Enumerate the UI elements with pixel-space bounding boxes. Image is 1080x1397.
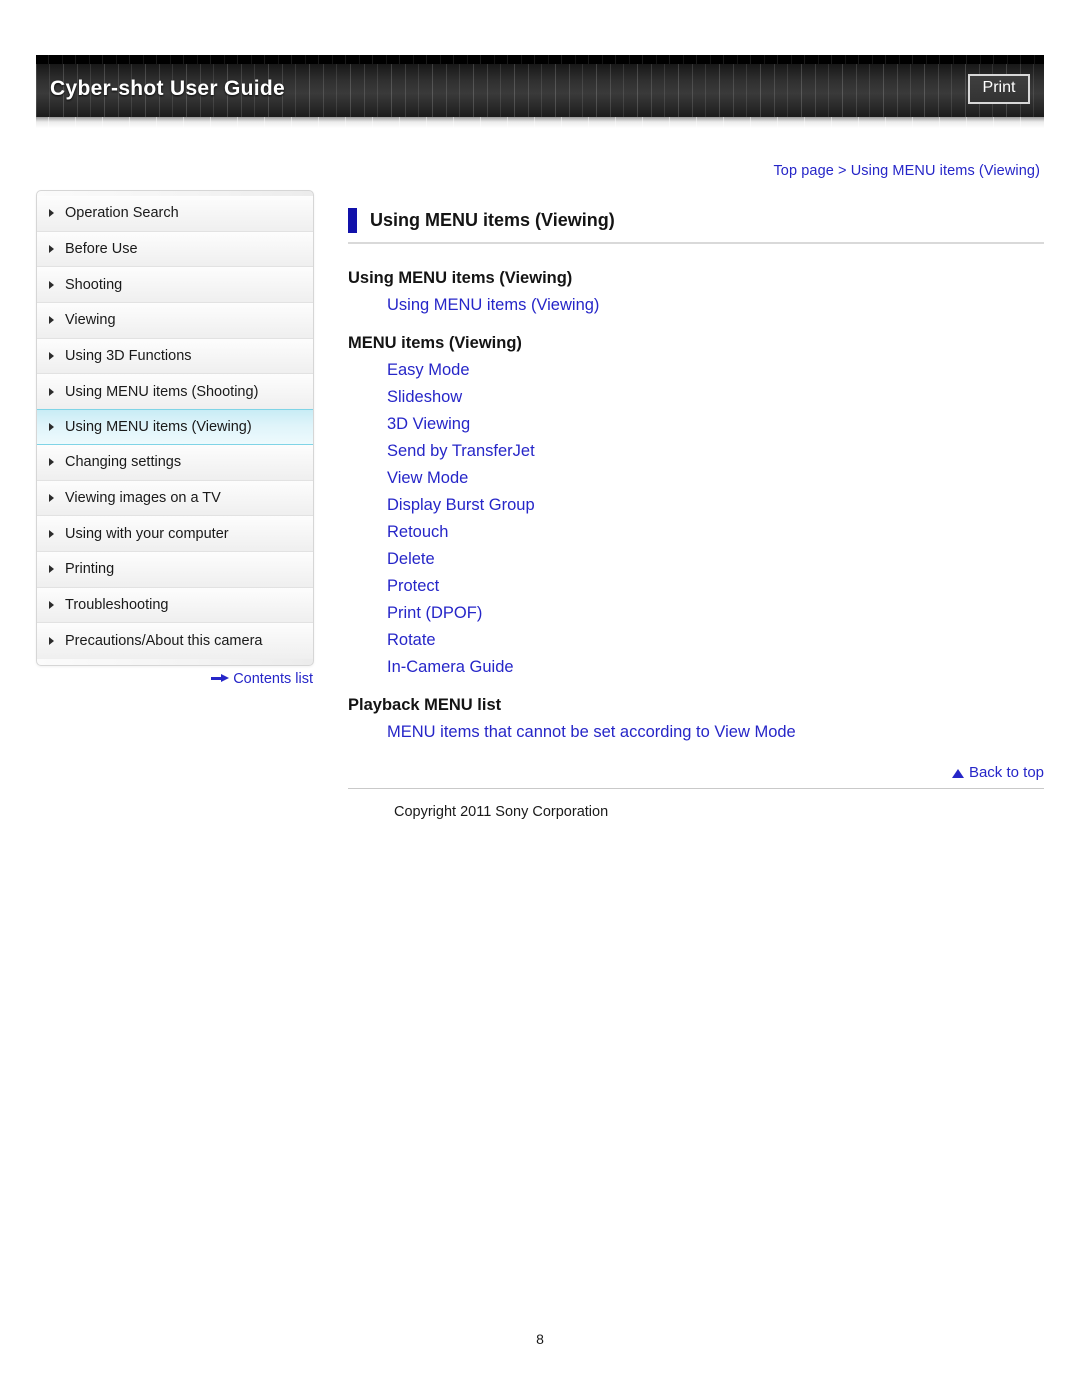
content-link-row: Delete (387, 550, 1044, 569)
accent-bar-icon (348, 208, 357, 233)
content-link[interactable]: Slideshow (387, 388, 462, 406)
triangle-right-icon (49, 280, 54, 289)
content-link-row: Retouch (387, 523, 1044, 542)
content-link-row: Slideshow (387, 388, 1044, 407)
sidebar-item-troubleshooting[interactable]: Troubleshooting (37, 587, 313, 624)
section-heading: Playback MENU list (348, 696, 502, 714)
sidebar-item-using-menu-items-shooting[interactable]: Using MENU items (Shooting) (37, 374, 313, 411)
site-title: Cyber-shot User Guide (50, 77, 286, 100)
content-link-row: Protect (387, 577, 1044, 596)
content-link-row: Display Burst Group (387, 496, 1044, 515)
content-link[interactable]: Send by TransferJet (387, 442, 535, 460)
sidebar-item-using-with-your-computer[interactable]: Using with your computer (37, 516, 313, 552)
sidebar-item-label: Viewing images on a TV (65, 489, 221, 506)
sidebar-item-label: Precautions/About this camera (65, 633, 263, 650)
triangle-right-icon (49, 637, 54, 646)
sidebar-item-viewing-images-on-a-tv[interactable]: Viewing images on a TV (37, 480, 313, 517)
content-link-row: MENU items that cannot be set according … (387, 723, 1044, 742)
sidebar-item-label: Using MENU items (Shooting) (65, 383, 259, 400)
triangle-right-icon (49, 209, 54, 218)
page-title: Using MENU items (Viewing) (370, 210, 615, 230)
site-header-banner: Cyber-shot User Guide Print (36, 55, 1044, 128)
triangle-right-icon (49, 458, 54, 467)
triangle-right-icon (49, 493, 54, 502)
sidebar-item-operation-search[interactable]: Operation Search (37, 196, 313, 232)
triangle-right-icon (49, 387, 54, 396)
sidebar-item-viewing[interactable]: Viewing (37, 303, 313, 339)
sidebar-item-label: Changing settings (65, 454, 182, 471)
page-title-row: Using MENU items (Viewing) (348, 208, 1044, 244)
page-number: 8 (536, 1331, 544, 1347)
content-link[interactable]: MENU items that cannot be set according … (387, 723, 796, 741)
contents-list: Contents list (36, 671, 314, 687)
back-to-top-link[interactable]: Back to top (969, 764, 1044, 781)
section-heading: Using MENU items (Viewing) (348, 269, 573, 287)
content-link[interactable]: Easy Mode (387, 361, 470, 379)
sidebar-item-shooting[interactable]: Shooting (37, 267, 313, 304)
content-link[interactable]: Retouch (387, 523, 448, 541)
main-content: Using MENU items (Viewing) Using MENU it… (348, 208, 1044, 820)
sidebar-item-label: Viewing (65, 312, 116, 329)
content-link-row: In-Camera Guide (387, 658, 1044, 677)
sidebar-item-label: Troubleshooting (65, 596, 169, 613)
content-link[interactable]: Protect (387, 577, 439, 595)
content-link-row: View Mode (387, 469, 1044, 488)
content-link-row: Easy Mode (387, 361, 1044, 380)
content-link[interactable]: Delete (387, 550, 435, 568)
content-link[interactable]: Rotate (387, 631, 436, 649)
breadcrumb: Top page > Using MENU items (Viewing) (773, 163, 1040, 179)
sidebar-item-printing[interactable]: Printing (37, 551, 313, 588)
sidebar-item-precautions-about-this-camera[interactable]: Precautions/About this camera (37, 623, 313, 659)
contents-list-link[interactable]: Contents list (233, 671, 313, 687)
triangle-right-icon (49, 422, 54, 431)
triangle-right-icon (49, 529, 54, 538)
sidebar-item-before-use[interactable]: Before Use (37, 231, 313, 268)
content-link-row: Send by TransferJet (387, 442, 1044, 461)
banner-reflection (36, 117, 1044, 128)
breadcrumb-link[interactable]: Top page > Using MENU items (Viewing) (773, 163, 1040, 179)
sidebar-item-using-menu-items-viewing[interactable]: Using MENU items (Viewing) (37, 409, 313, 445)
content-link[interactable]: View Mode (387, 469, 468, 487)
sidebar-item-label: Printing (65, 561, 115, 578)
arrow-right-icon (211, 673, 230, 683)
content-link-row: 3D Viewing (387, 415, 1044, 434)
triangle-up-icon (951, 769, 964, 778)
copyright-text: Copyright 2011 Sony Corporation (394, 804, 609, 820)
banner-stripes: Cyber-shot User Guide Print (36, 55, 1044, 117)
sidebar-item-label: Using with your computer (65, 525, 229, 542)
content-link[interactable]: Display Burst Group (387, 496, 535, 514)
triangle-right-icon (49, 600, 54, 609)
sidebar-item-label: Using MENU items (Viewing) (65, 418, 252, 435)
triangle-right-icon (49, 245, 54, 254)
sidebar-item-label: Using 3D Functions (65, 348, 192, 365)
section-heading: MENU items (Viewing) (348, 334, 522, 352)
sidebar-item-label: Operation Search (65, 205, 179, 222)
back-to-top: Back to top (348, 764, 1044, 789)
triangle-right-icon (49, 565, 54, 574)
sidebar-item-using-3d-functions[interactable]: Using 3D Functions (37, 338, 313, 375)
content-sections: Using MENU items (Viewing) Using MENU ite… (348, 269, 1044, 742)
content-link-row: Rotate (387, 631, 1044, 650)
content-link[interactable]: In-Camera Guide (387, 658, 514, 676)
content-link-row: Using MENU items (Viewing) (387, 296, 1044, 315)
content-link[interactable]: 3D Viewing (387, 415, 470, 433)
triangle-right-icon (49, 316, 54, 325)
content-link-row: Print (DPOF) (387, 604, 1044, 623)
sidebar-item-label: Shooting (65, 276, 123, 293)
print-button[interactable]: Print (968, 74, 1030, 104)
content-link[interactable]: Print (DPOF) (387, 604, 482, 622)
content-link[interactable]: Using MENU items (Viewing) (387, 296, 599, 314)
sidebar-item-changing-settings[interactable]: Changing settings (37, 444, 313, 481)
sidebar-item-label: Before Use (65, 241, 138, 258)
triangle-right-icon (49, 352, 54, 361)
sidebar-nav: Operation Search Before Use Shooting Viewin… (36, 190, 314, 666)
